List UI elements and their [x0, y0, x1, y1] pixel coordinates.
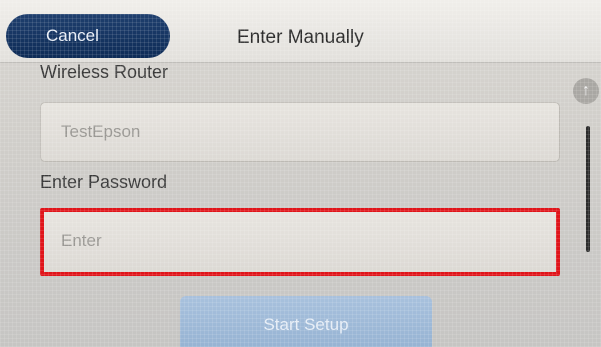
scroll-up-icon[interactable]: ↑ [573, 78, 599, 104]
wireless-router-field[interactable]: TestEpson [40, 102, 560, 162]
title-bar: Cancel Enter Manually [0, 0, 601, 63]
password-input[interactable]: Enter [40, 208, 560, 276]
page-title: Enter Manually [237, 27, 364, 48]
printer-lcd-screen: Cancel Enter Manually Wireless Router Te… [0, 0, 601, 347]
wireless-router-label: Wireless Router [40, 62, 169, 82]
password-label: Enter Password [40, 172, 168, 192]
start-setup-button[interactable]: Start Setup [180, 296, 432, 347]
scrollbar[interactable] [586, 126, 590, 252]
cancel-button[interactable]: Cancel [6, 14, 170, 58]
